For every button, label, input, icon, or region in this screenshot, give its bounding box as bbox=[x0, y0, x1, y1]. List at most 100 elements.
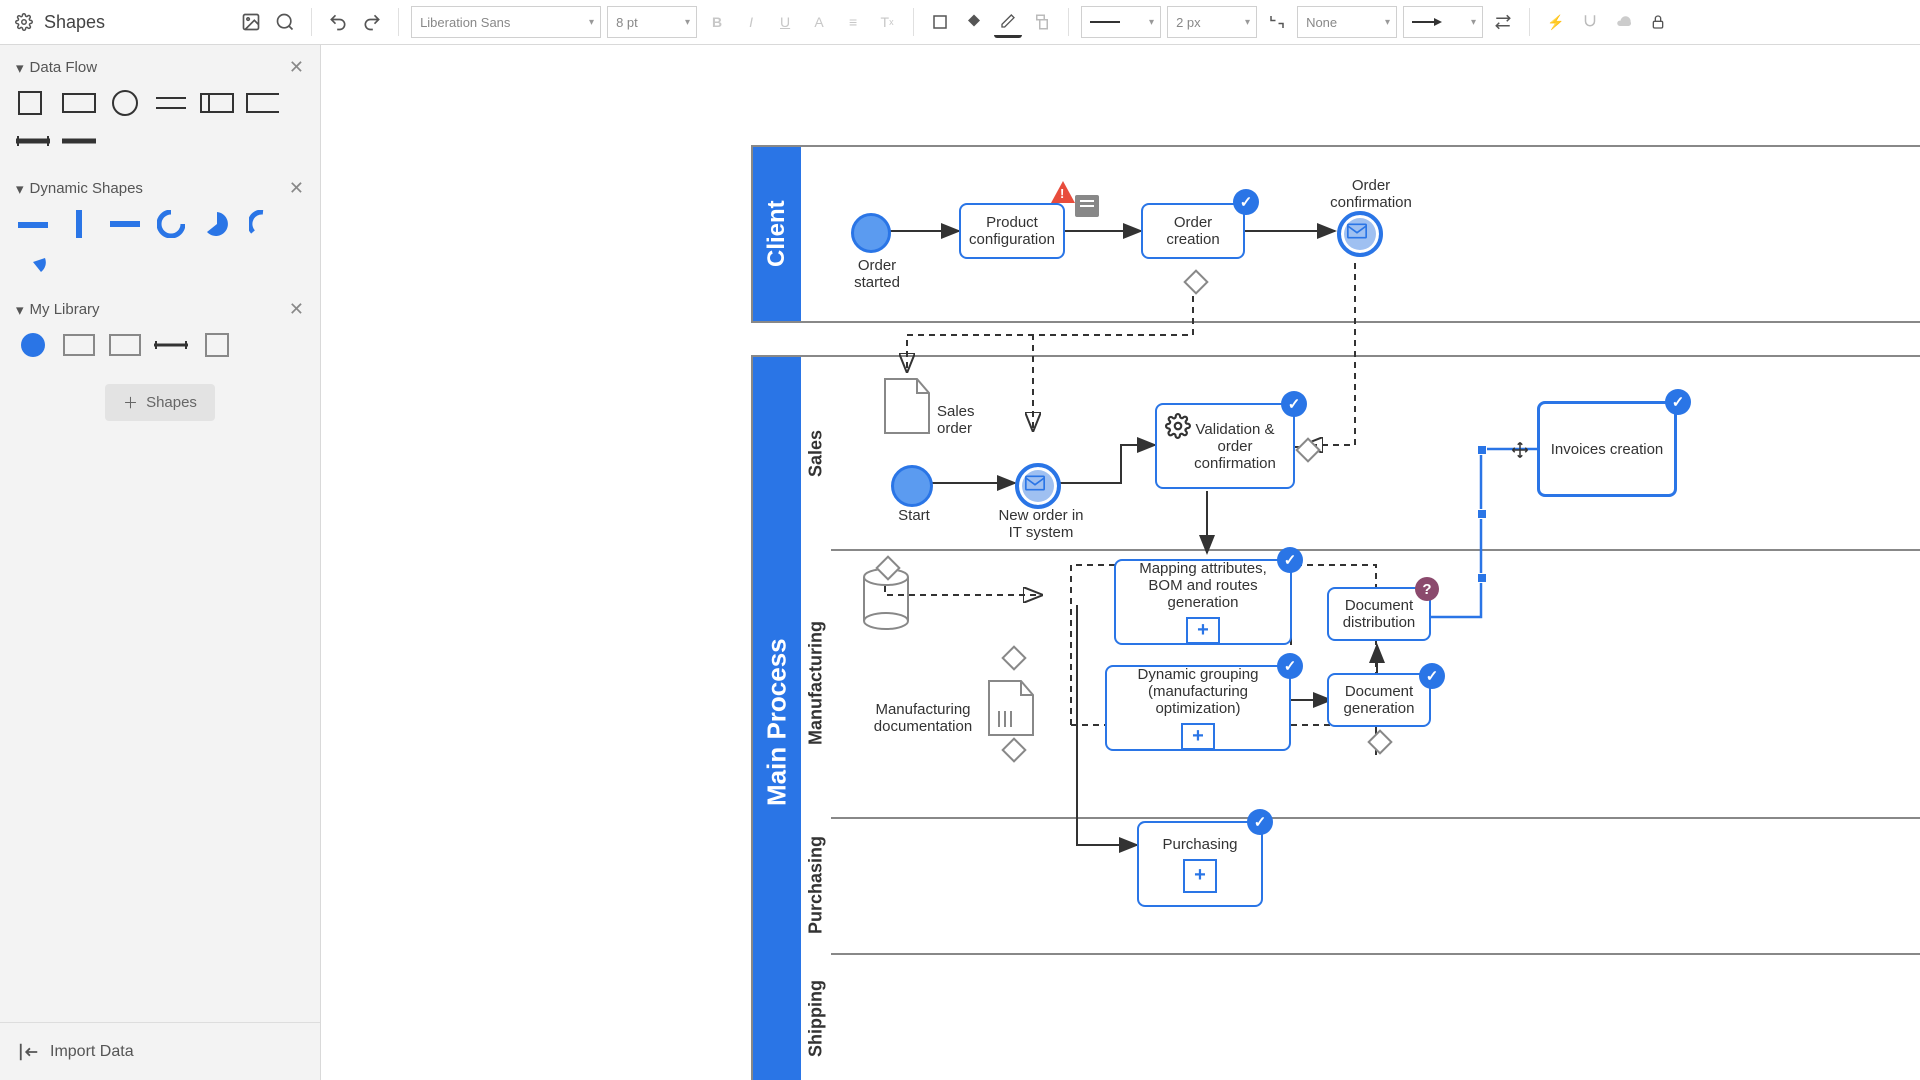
lock-icon[interactable] bbox=[1644, 8, 1672, 36]
expand-icon[interactable]: + bbox=[1183, 859, 1217, 893]
event-order-confirmation[interactable] bbox=[1337, 211, 1383, 257]
line-width-select[interactable]: 2 px bbox=[1167, 6, 1257, 38]
chevron-down-icon: ▾ bbox=[16, 301, 24, 319]
move-cursor-icon bbox=[1511, 441, 1529, 459]
check-icon: ✓ bbox=[1277, 547, 1303, 573]
shape-hbar[interactable] bbox=[108, 211, 142, 237]
close-icon[interactable]: ✕ bbox=[289, 57, 304, 78]
node-product-config[interactable]: Product configuration bbox=[959, 203, 1065, 259]
sublane-sales: Sales bbox=[801, 357, 831, 549]
shape-pie[interactable] bbox=[200, 211, 234, 237]
font-size-select[interactable]: 8 pt bbox=[607, 6, 697, 38]
image-icon[interactable] bbox=[237, 8, 265, 36]
redo-icon[interactable] bbox=[358, 8, 386, 36]
line-style-select[interactable] bbox=[1081, 6, 1161, 38]
selection-handle[interactable] bbox=[1477, 445, 1487, 455]
crop-icon[interactable] bbox=[926, 8, 954, 36]
panel-data-flow[interactable]: ▾Data Flow ✕ bbox=[0, 45, 320, 90]
canvas[interactable]: Client Main Process Sales Manufacturing … bbox=[321, 45, 1920, 1080]
arrow-style-select[interactable] bbox=[1403, 6, 1483, 38]
text-color-icon[interactable]: A bbox=[805, 8, 833, 36]
toolbar: Shapes Liberation Sans 8 pt B I U A ≡ Tx… bbox=[0, 0, 1920, 45]
shapes-menu-label[interactable]: Shapes bbox=[44, 12, 105, 33]
text-style-icon[interactable]: Tx bbox=[873, 8, 901, 36]
sidebar: ▾Data Flow ✕ ▾Dynamic Shapes ✕ bbox=[0, 45, 321, 1080]
event-start[interactable] bbox=[891, 465, 933, 507]
chevron-down-icon: ▾ bbox=[16, 59, 24, 77]
fill-icon[interactable] bbox=[960, 8, 988, 36]
shape-wedge[interactable] bbox=[16, 249, 50, 275]
align-icon[interactable]: ≡ bbox=[839, 8, 867, 36]
close-icon[interactable]: ✕ bbox=[289, 299, 304, 320]
swap-icon[interactable] bbox=[1489, 8, 1517, 36]
bold-icon[interactable]: B bbox=[703, 8, 731, 36]
shape-square[interactable] bbox=[16, 90, 50, 116]
event-order-started[interactable] bbox=[851, 213, 891, 253]
node-doc-dist[interactable]: Document distribution bbox=[1327, 587, 1431, 641]
sublane-purchasing: Purchasing bbox=[801, 817, 831, 953]
shape-bar[interactable] bbox=[16, 211, 50, 237]
pencil-icon[interactable] bbox=[994, 7, 1022, 38]
underline-icon[interactable]: U bbox=[771, 8, 799, 36]
check-icon: ✓ bbox=[1281, 391, 1307, 417]
import-icon bbox=[18, 1041, 40, 1063]
label-order-conf: Order confirmation bbox=[1321, 177, 1421, 211]
lib-rect1[interactable] bbox=[62, 332, 96, 358]
style-copy-icon[interactable] bbox=[1028, 8, 1056, 36]
line-end-none[interactable]: None bbox=[1297, 6, 1397, 38]
font-family-select[interactable]: Liberation Sans bbox=[411, 6, 601, 38]
diagram: Client Main Process Sales Manufacturing … bbox=[751, 145, 1920, 1080]
chevron-down-icon: ▾ bbox=[16, 180, 24, 198]
panel-dynamic-body bbox=[0, 211, 320, 287]
comment-icon[interactable] bbox=[1075, 195, 1099, 217]
connector-icon[interactable] bbox=[1263, 8, 1291, 36]
shape-arc1[interactable] bbox=[154, 211, 188, 237]
cloud-icon[interactable] bbox=[1610, 8, 1638, 36]
panel-dynamic[interactable]: ▾Dynamic Shapes ✕ bbox=[0, 166, 320, 211]
expand-icon[interactable]: + bbox=[1181, 723, 1215, 750]
lib-rect2[interactable] bbox=[108, 332, 142, 358]
shape-bus2[interactable] bbox=[62, 128, 96, 154]
bolt-icon[interactable]: ⚡ bbox=[1542, 8, 1570, 36]
shape-open-rect[interactable] bbox=[246, 90, 280, 116]
doc-sales-order[interactable] bbox=[883, 377, 931, 435]
lib-sq[interactable] bbox=[200, 332, 234, 358]
check-icon: ✓ bbox=[1419, 663, 1445, 689]
doc-mfg[interactable] bbox=[987, 679, 1035, 737]
lane-client[interactable]: Client bbox=[751, 145, 1920, 323]
shape-parallel[interactable] bbox=[154, 90, 188, 116]
lane-label-client: Client bbox=[753, 147, 801, 321]
italic-icon[interactable]: I bbox=[737, 8, 765, 36]
node-dynamic-group[interactable]: Dynamic grouping (manufacturing optimiza… bbox=[1105, 665, 1291, 751]
add-shapes-button[interactable]: ＋ Shapes bbox=[105, 384, 215, 421]
expand-icon[interactable]: + bbox=[1186, 617, 1220, 644]
gear-icon[interactable] bbox=[10, 8, 38, 36]
label-new-order: New order in IT system bbox=[991, 507, 1091, 541]
undo-icon[interactable] bbox=[324, 8, 352, 36]
node-validation[interactable]: Validation & order confirmation bbox=[1155, 403, 1295, 489]
selection-handle[interactable] bbox=[1477, 509, 1487, 519]
selection-handle[interactable] bbox=[1477, 573, 1487, 583]
import-data-button[interactable]: Import Data bbox=[0, 1022, 320, 1080]
plus-icon: ＋ bbox=[123, 392, 138, 413]
shape-container[interactable] bbox=[200, 90, 234, 116]
close-icon[interactable]: ✕ bbox=[289, 178, 304, 199]
shape-vbar[interactable] bbox=[62, 211, 96, 237]
event-new-order[interactable] bbox=[1015, 463, 1061, 509]
panel-mylib[interactable]: ▾My Library ✕ bbox=[0, 287, 320, 332]
shape-rect[interactable] bbox=[62, 90, 96, 116]
lib-line[interactable] bbox=[154, 332, 188, 358]
shape-arc2[interactable] bbox=[246, 211, 280, 237]
node-purchasing[interactable]: Purchasing + bbox=[1137, 821, 1263, 907]
node-doc-gen[interactable]: Document generation bbox=[1327, 673, 1431, 727]
node-invoices[interactable]: Invoices creation bbox=[1537, 401, 1677, 497]
lib-circle[interactable] bbox=[16, 332, 50, 358]
search-icon[interactable] bbox=[271, 8, 299, 36]
gear-icon bbox=[1165, 413, 1191, 439]
warning-icon bbox=[1051, 181, 1075, 203]
shape-circle[interactable] bbox=[108, 90, 142, 116]
node-mapping[interactable]: Mapping attributes, BOM and routes gener… bbox=[1114, 559, 1292, 645]
shape-bus[interactable] bbox=[16, 128, 50, 154]
magnet-icon[interactable] bbox=[1576, 8, 1604, 36]
node-order-creation[interactable]: Order creation bbox=[1141, 203, 1245, 259]
